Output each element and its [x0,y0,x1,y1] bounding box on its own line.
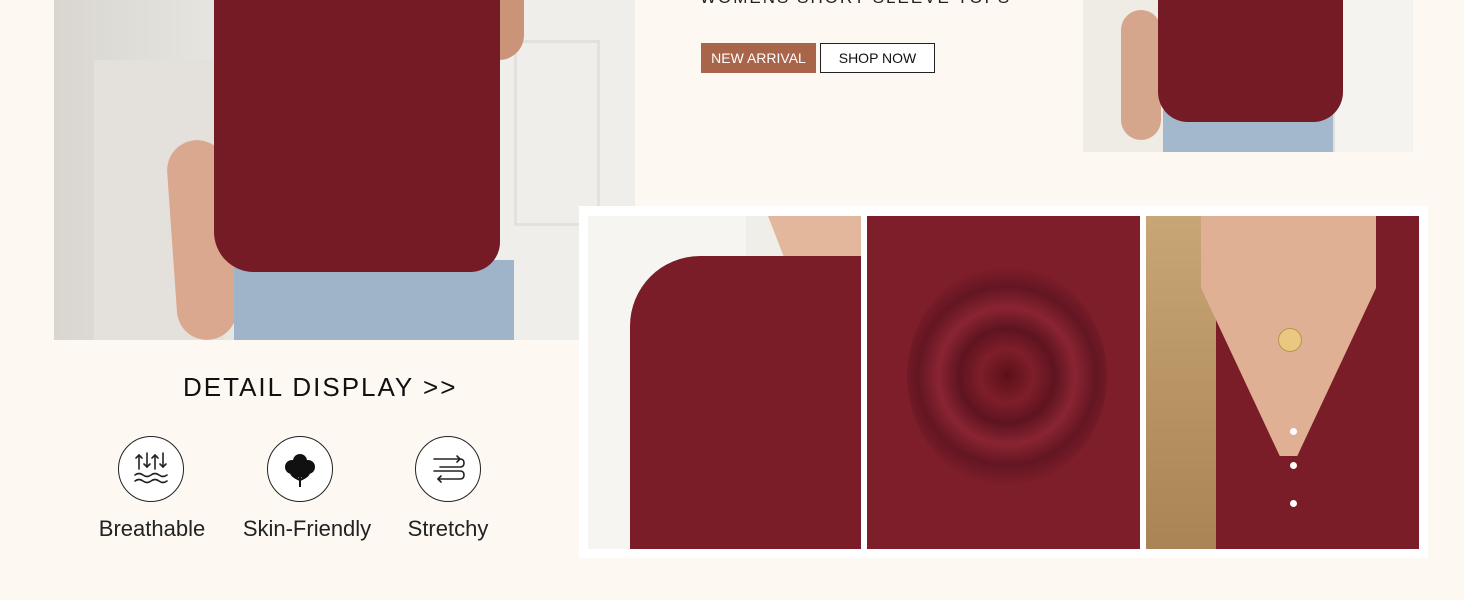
necklace-pendant [1278,328,1302,352]
product-tagline: WOMENS SHORT SLEEVE TOPS [700,0,1011,8]
cotton-flower-icon-svg [285,454,315,487]
detail-photo-neckline [1146,216,1419,549]
new-arrival-badge[interactable]: NEW ARRIVAL [701,43,816,73]
detail-photo-sleeve [588,216,861,549]
detail-photo-fabric-texture [867,216,1140,549]
fabric-swirl [907,266,1107,486]
photo-jeans [234,260,514,340]
sleeve-photo-fabric [630,256,861,549]
feature-label-skin-friendly: Skin-Friendly [242,516,372,541]
breathable-waves-icon [118,436,184,502]
side-photo-burgundy-top [1158,0,1343,122]
shirt-button [1290,462,1297,469]
shop-now-button[interactable]: SHOP NOW [820,43,935,73]
shirt-button [1290,428,1297,435]
stretch-arrows-icon-svg [433,455,465,483]
stretch-arrows-icon [415,436,481,502]
shirt-button [1290,500,1297,507]
photo-burgundy-top [214,0,500,272]
side-model-photo [1083,0,1413,152]
feature-label-stretchy: Stretchy [407,516,489,541]
photo-door [514,40,600,226]
cotton-flower-icon [267,436,333,502]
side-photo-wall [1333,0,1413,152]
detail-photo-collage [579,206,1428,558]
side-photo-arm [1121,10,1161,140]
breathable-waves-icon-svg [134,452,168,484]
main-model-photo [54,0,635,340]
feature-label-breathable: Breathable [98,516,206,541]
detail-display-heading: DETAIL DISPLAY >> [183,372,458,402]
